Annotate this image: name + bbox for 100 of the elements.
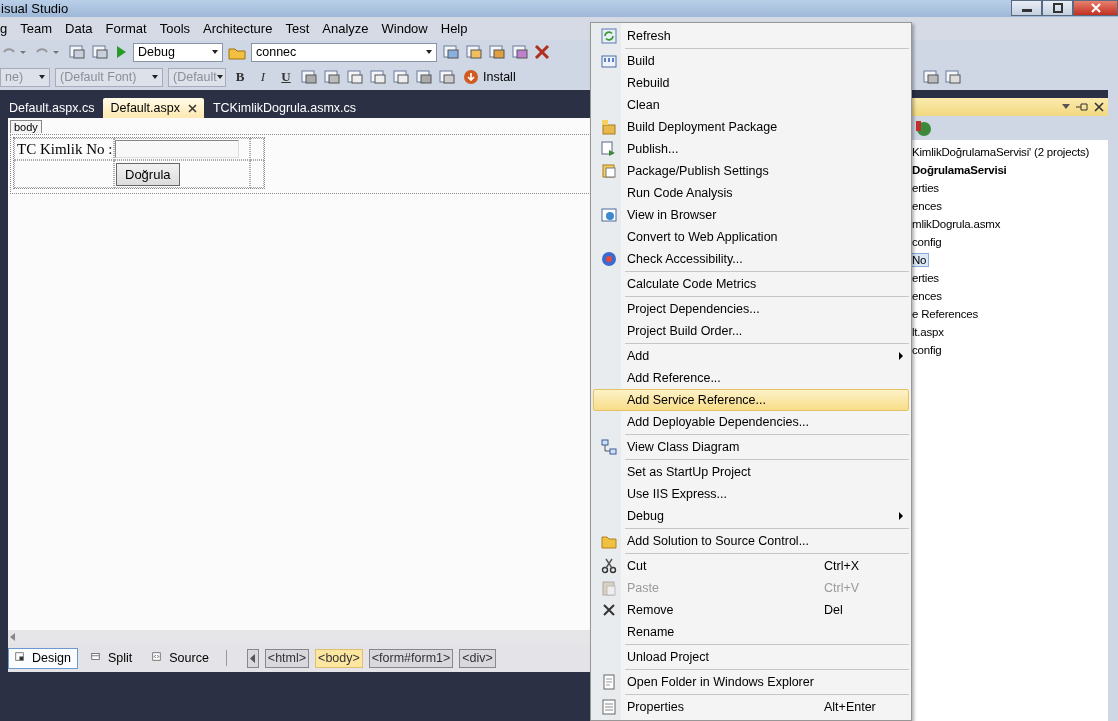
tree-item[interactable]: lt.aspx — [912, 326, 946, 338]
view-tab[interactable]: Split — [83, 647, 140, 669]
menu-item[interactable]: Add Service Reference... — [593, 389, 909, 411]
close-icon — [1090, 3, 1101, 13]
scissors-icon — [601, 558, 617, 574]
menu-item[interactable]: Architecture — [197, 21, 280, 36]
browser-icon — [601, 207, 617, 223]
menu-item[interactable]: Set as StartUp Project — [593, 461, 909, 483]
class-diagram-icon — [601, 439, 617, 455]
close-icon — [601, 602, 617, 618]
clipboard-icon — [601, 580, 617, 596]
menu-item[interactable]: Project Build Order... — [593, 320, 909, 342]
install-button[interactable]: Install — [461, 67, 518, 87]
menu-item[interactable]: Rebuild — [593, 72, 909, 94]
tree-item[interactable]: mlikDogrula.asmx — [912, 218, 1003, 230]
settings-icon — [601, 163, 617, 179]
breadcrumb[interactable]: <form#form1> — [368, 648, 454, 668]
menu-item[interactable]: Help — [434, 21, 475, 36]
close-icon[interactable] — [187, 103, 197, 113]
window-title: isual Studio — [0, 1, 69, 16]
verify-button[interactable]: Doğrula — [116, 162, 180, 186]
tree-item[interactable]: e References — [912, 308, 980, 320]
input-field[interactable] — [115, 140, 239, 158]
document-icon — [601, 674, 617, 690]
menu-item[interactable]: Add Solution to Source Control... — [593, 530, 909, 552]
menu-item[interactable]: Add Deployable Dependencies... — [593, 411, 909, 433]
submenu-arrow-icon — [899, 512, 903, 520]
tree-item[interactable]: erties — [912, 272, 941, 284]
submenu-arrow-icon — [899, 352, 903, 360]
menu-item[interactable]: Analyze — [316, 21, 376, 36]
menu-item[interactable]: Properties Alt+Enter — [593, 696, 909, 718]
tree-item[interactable]: config — [912, 344, 944, 356]
document-tab[interactable]: Default.aspx.cs — [2, 98, 102, 118]
menu-item[interactable]: View Class Diagram — [593, 436, 909, 458]
breadcrumb-back-button[interactable] — [246, 648, 259, 668]
minimize-button[interactable] — [1011, 0, 1042, 16]
publish-icon — [601, 141, 617, 157]
tree-item[interactable]: DoğrulamaServisi — [912, 164, 1009, 176]
menu-item[interactable]: Build — [593, 50, 909, 72]
folder-icon — [601, 533, 617, 549]
view-tab[interactable]: Design — [8, 647, 78, 669]
menu-item[interactable]: Use IIS Express... — [593, 483, 909, 505]
download-icon — [463, 69, 479, 85]
configuration-dropdown[interactable]: Debug — [133, 42, 223, 62]
tree-item[interactable]: config — [912, 236, 944, 248]
start-icon[interactable] — [114, 45, 128, 59]
package-icon — [601, 119, 617, 135]
italic-button[interactable]: I — [254, 68, 272, 86]
menu-item[interactable]: Format — [99, 21, 154, 36]
menu-item[interactable]: Check Accessibility... — [593, 248, 909, 270]
menu-item[interactable]: Package/Publish Settings — [593, 160, 909, 182]
menu-item[interactable]: Unload Project — [593, 646, 909, 668]
menu-item[interactable]: View in Browser — [593, 204, 909, 226]
breadcrumb[interactable]: <html> — [264, 648, 310, 668]
refresh-icon — [601, 28, 617, 44]
document-tab[interactable]: TCKimlikDogrula.asmx.cs — [205, 98, 364, 118]
find-combo[interactable]: connec — [251, 42, 437, 62]
menu-item[interactable]: Convert to Web Application — [593, 226, 909, 248]
tree-item[interactable]: KimlikDoğrulamaServisi' (2 projects) — [912, 146, 1092, 158]
tree-item[interactable]: ences — [912, 200, 944, 212]
menu-item[interactable]: Clean — [593, 94, 909, 116]
menu-item[interactable]: Tools — [153, 21, 198, 36]
menu-item[interactable]: Build Deployment Package — [593, 116, 909, 138]
view-tab[interactable]: Source — [145, 647, 216, 669]
bold-button[interactable]: B — [231, 68, 249, 86]
design-view-icon — [15, 652, 27, 664]
build-icon — [601, 53, 617, 69]
menu-item[interactable]: Team — [14, 21, 60, 36]
menu-item[interactable]: Test — [279, 21, 317, 36]
menu-item[interactable]: Rename — [593, 621, 909, 643]
restore-icon — [1052, 3, 1063, 13]
breadcrumb[interactable]: <body> — [315, 648, 363, 668]
menu-item[interactable]: g — [0, 21, 15, 36]
close-button[interactable] — [1073, 0, 1118, 16]
menu-item[interactable]: Calculate Code Metrics — [593, 273, 909, 295]
menu-item[interactable]: Remove Del — [593, 599, 909, 621]
tree-item[interactable]: No — [912, 253, 930, 267]
menu-item[interactable]: Data — [59, 21, 100, 36]
menu-item[interactable]: Open Folder in Windows Explorer — [593, 671, 909, 693]
field-label: TC Kimlik No : — [16, 140, 113, 158]
menu-item[interactable]: Refresh — [593, 25, 909, 47]
menu-item[interactable]: Debug — [593, 505, 909, 527]
tag-label: body — [10, 120, 42, 133]
menu-item[interactable]: Window — [375, 21, 435, 36]
dropdown-icon[interactable] — [1062, 104, 1070, 110]
menu-item[interactable]: Add Reference... — [593, 367, 909, 389]
menu-item[interactable]: Add — [593, 345, 909, 367]
close-icon[interactable] — [1094, 102, 1104, 112]
document-tab[interactable]: Default.aspx — [103, 98, 204, 118]
menu-item[interactable]: Publish... — [593, 138, 909, 160]
tree-item[interactable]: erties — [912, 182, 941, 194]
restore-button[interactable] — [1042, 0, 1073, 16]
menu-item[interactable]: Run Code Analysis — [593, 182, 909, 204]
pin-icon[interactable] — [1076, 102, 1088, 112]
breadcrumb[interactable]: <div> — [459, 648, 496, 668]
scroll-left-icon[interactable] — [10, 633, 16, 641]
tree-item[interactable]: ences — [912, 290, 944, 302]
menu-item[interactable]: Project Dependencies... — [593, 298, 909, 320]
underline-button[interactable]: U — [277, 68, 295, 86]
menu-item[interactable]: Cut Ctrl+X — [593, 555, 909, 577]
